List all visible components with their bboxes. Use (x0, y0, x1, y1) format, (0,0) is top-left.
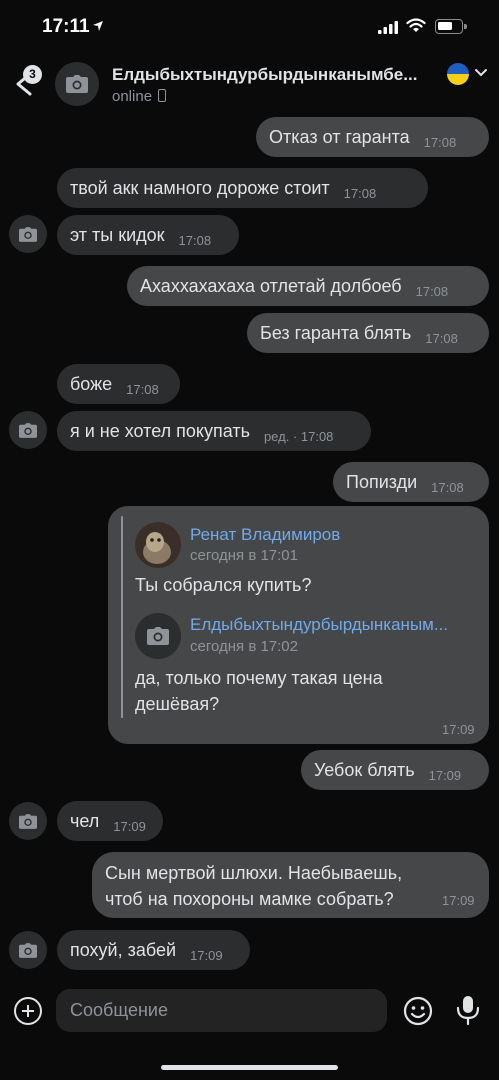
location-arrow-icon (93, 21, 103, 31)
forwarded-message-time: 17:09 (442, 722, 475, 737)
nested-author-avatar[interactable] (135, 613, 181, 659)
message-bubble-outgoing[interactable]: Ахаххахахаха отлетай долбоеб 17:08 (127, 266, 489, 306)
nested-forward-indicator-line (121, 608, 123, 718)
nested-forwarded-text: да, только почему такая цена дешёвая? (135, 665, 383, 717)
forwarded-date: сегодня в 17:01 (190, 547, 298, 564)
message-bubble-incoming[interactable]: я и не хотел покупать ред. · 17:08 (57, 411, 371, 451)
message-bubble-outgoing[interactable]: Уебок блять 17:09 (301, 750, 489, 790)
plus-icon[interactable] (14, 997, 42, 1025)
message-time: ред. · 17:08 (263, 428, 334, 444)
message-text: боже (70, 373, 113, 394)
message-bubble-incoming[interactable]: боже 17:08 (57, 364, 180, 404)
message-time: 17:09 (113, 818, 146, 834)
message-text: я и не хотел покупать (70, 420, 250, 441)
signal-icon (378, 21, 398, 34)
camera-icon (19, 422, 37, 438)
status-time: 17:11 (42, 16, 90, 37)
camera-icon (19, 813, 37, 829)
message-text: похуй, забей (70, 939, 177, 960)
message-time: 17:08 (178, 232, 212, 248)
message-text: Ахаххахахаха отлетай долбоеб (140, 275, 402, 296)
message-time: 17:08 (343, 185, 377, 201)
message-text: Без гаранта блять (260, 322, 412, 343)
message-text: твой акк намного дороже стоит (70, 177, 330, 198)
message-text-line: чтоб на похороны мамке собрать? (105, 889, 394, 909)
message-text: Отказ от гаранта (269, 126, 410, 147)
forwarded-author-avatar[interactable] (135, 522, 181, 568)
sender-avatar[interactable] (9, 802, 47, 840)
message-bubble-outgoing[interactable]: Отказ от гаранта 17:08 (256, 117, 489, 157)
contact-avatar[interactable] (55, 62, 99, 106)
smile-icon[interactable] (403, 996, 433, 1026)
sender-avatar[interactable] (9, 215, 47, 253)
message-text-block: Сын мертвой шлюхи. Наебываешь, чтоб на п… (105, 860, 402, 912)
camera-icon (19, 942, 37, 958)
message-text: чел (70, 810, 100, 831)
message-time: 17:08 (415, 283, 449, 299)
author-photo (135, 522, 181, 568)
phone-icon (158, 89, 166, 102)
message-text: Уебок блять (314, 759, 415, 780)
message-text: Попизди (346, 471, 418, 492)
mic-icon[interactable] (455, 995, 481, 1025)
nested-forwarded-date: сегодня в 17:02 (190, 638, 298, 655)
status-bar: 17:11 (0, 0, 499, 56)
message-bubble-incoming[interactable]: эт ты кидок 17:08 (57, 215, 239, 255)
message-bubble-incoming[interactable]: похуй, забей 17:09 (57, 930, 250, 970)
chevron-down-icon[interactable] (475, 68, 487, 78)
forwarded-author-name[interactable]: Ренат Владимиров (190, 525, 480, 545)
message-time: 17:08 (126, 381, 159, 397)
nested-author-name[interactable]: Елдыбыхтындурбырдынканым... (190, 615, 475, 635)
message-text: эт ты кидок (70, 224, 165, 245)
unread-badge: 3 (23, 65, 42, 84)
sender-avatar[interactable] (9, 931, 47, 969)
presence-status: online (112, 88, 153, 105)
message-time: 17:09 (190, 947, 223, 963)
message-time: 17:09 (442, 893, 475, 908)
message-input[interactable] (56, 989, 387, 1032)
message-time: 17:08 (431, 479, 464, 495)
camera-icon (19, 226, 37, 242)
nested-text-line: да, только почему такая цена (135, 668, 383, 688)
ukraine-flag-icon (447, 63, 469, 85)
message-bubble-outgoing[interactable]: Без гаранта блять 17:08 (247, 313, 489, 353)
message-time: 17:08 (423, 134, 457, 150)
home-indicator[interactable] (161, 1065, 338, 1070)
sender-avatar[interactable] (9, 411, 47, 449)
wifi-icon (406, 18, 426, 32)
camera-icon (66, 75, 88, 93)
message-bubble-incoming[interactable]: чел 17:09 (57, 801, 163, 841)
message-bubble-incoming[interactable]: твой акк намного дороже стоит 17:08 (57, 168, 428, 208)
message-bubble-outgoing[interactable]: Попизди 17:08 (333, 462, 489, 502)
camera-icon (147, 627, 169, 645)
contact-name[interactable]: Елдыбыхтындурбырдынканымбе... (112, 65, 442, 85)
battery-icon (435, 19, 467, 34)
message-bubble-outgoing[interactable]: Сын мертвой шлюхи. Наебываешь, чтоб на п… (92, 852, 489, 918)
forwarded-text: Ты собрался купить? (135, 575, 312, 595)
message-time: 17:09 (428, 767, 462, 783)
message-text-line: Сын мертвой шлюхи. Наебываешь, (105, 863, 403, 883)
message-time: 17:08 (425, 330, 458, 346)
nested-text-line: дешёвая? (135, 694, 220, 714)
